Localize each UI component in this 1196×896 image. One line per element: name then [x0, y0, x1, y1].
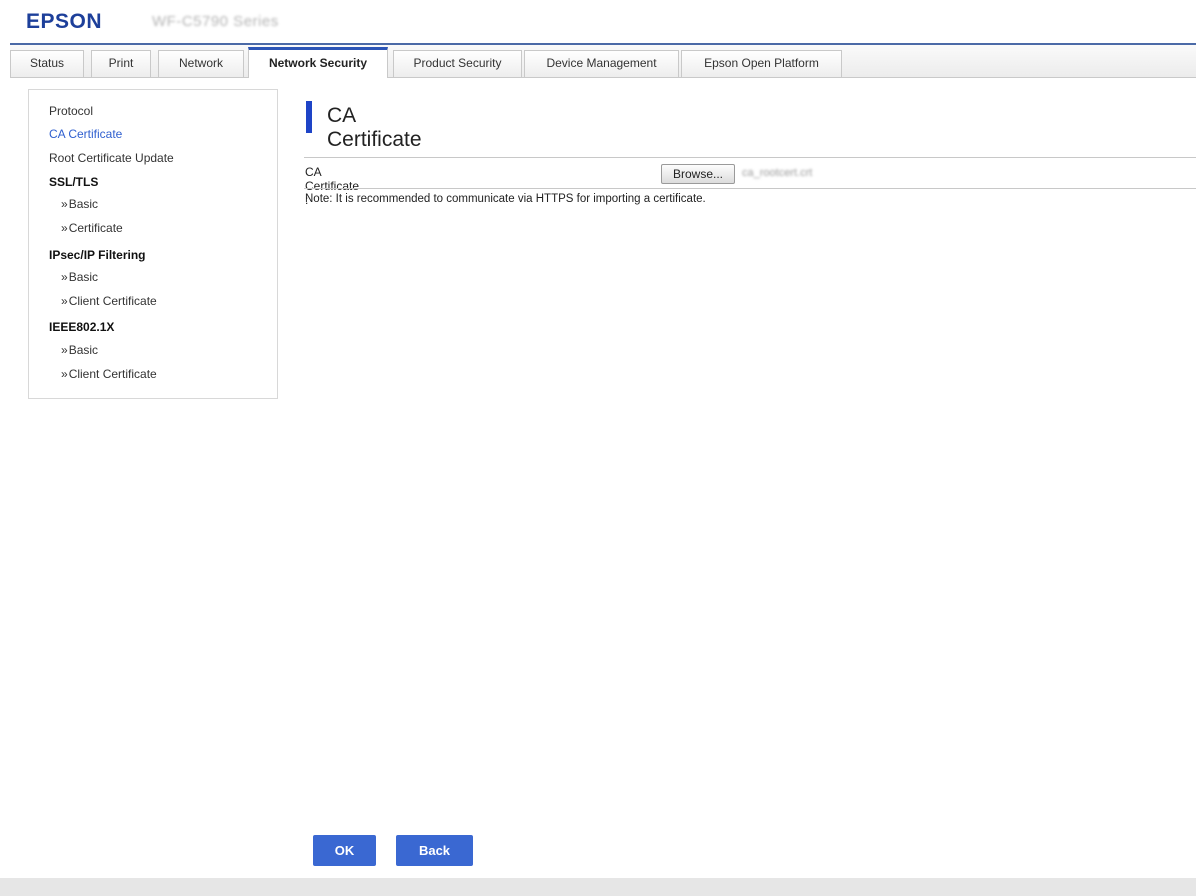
sidebar: Protocol CA Certificate Root Certificate… [28, 89, 278, 399]
ok-button[interactable]: OK [313, 835, 376, 866]
tab-network[interactable]: Network [158, 50, 244, 77]
printer-model-name: WF-C5790 Series [152, 13, 279, 30]
bullet-glyph: » [61, 270, 68, 284]
sidebar-item-label: Basic [68, 197, 99, 211]
sidebar-item-ipsec-client-certificate[interactable]: »Client Certificate [61, 294, 157, 308]
sidebar-item-label: Client Certificate [68, 367, 157, 381]
sidebar-item-label: Certificate [68, 221, 123, 235]
tab-status[interactable]: Status [10, 50, 84, 77]
tab-device-management[interactable]: Device Management [524, 50, 679, 77]
https-note: Note: It is recommended to communicate v… [305, 193, 706, 205]
sidebar-section-ipsec: IPsec/IP Filtering [49, 248, 146, 262]
back-button[interactable]: Back [396, 835, 473, 866]
tab-bar: Status Print Network Network Security Pr… [10, 45, 1196, 78]
sidebar-section-ssl-tls: SSL/TLS [49, 175, 99, 189]
sidebar-item-root-certificate-update[interactable]: Root Certificate Update [49, 151, 174, 165]
bullet-glyph: » [61, 294, 68, 308]
sidebar-item-ssl-basic[interactable]: »Basic [61, 197, 98, 211]
tab-product-security[interactable]: Product Security [393, 50, 522, 77]
sidebar-item-ssl-certificate[interactable]: »Certificate [61, 221, 123, 235]
sidebar-item-ieee-client-certificate[interactable]: »Client Certificate [61, 367, 157, 381]
bullet-glyph: » [61, 221, 68, 235]
bullet-glyph: » [61, 343, 68, 357]
tab-epson-open-platform[interactable]: Epson Open Platform [681, 50, 842, 77]
sidebar-item-label: Basic [68, 343, 99, 357]
sidebar-item-label: Basic [68, 270, 99, 284]
form-top-divider [304, 157, 1196, 158]
sidebar-item-ieee-basic[interactable]: »Basic [61, 343, 98, 357]
sidebar-section-ieee8021x: IEEE802.1X [49, 320, 115, 334]
page-footer [0, 878, 1196, 896]
sidebar-item-ipsec-basic[interactable]: »Basic [61, 270, 98, 284]
selected-file-name: ca_rootcert.crt [742, 167, 813, 179]
epson-logo: EPSON [26, 10, 103, 33]
page-header: EPSON WF-C5790 Series [0, 0, 1196, 44]
form-bottom-divider [304, 188, 1196, 189]
bullet-glyph: » [61, 367, 68, 381]
tab-network-security[interactable]: Network Security [248, 47, 388, 78]
page-title: CA Certificate [327, 104, 422, 151]
title-accent-bar [306, 101, 312, 133]
bullet-glyph: » [61, 197, 68, 211]
tab-print[interactable]: Print [91, 50, 151, 77]
browse-button[interactable]: Browse... [661, 164, 735, 184]
sidebar-item-label: Client Certificate [68, 294, 157, 308]
sidebar-item-ca-certificate[interactable]: CA Certificate [49, 127, 122, 141]
sidebar-item-protocol[interactable]: Protocol [49, 104, 93, 118]
